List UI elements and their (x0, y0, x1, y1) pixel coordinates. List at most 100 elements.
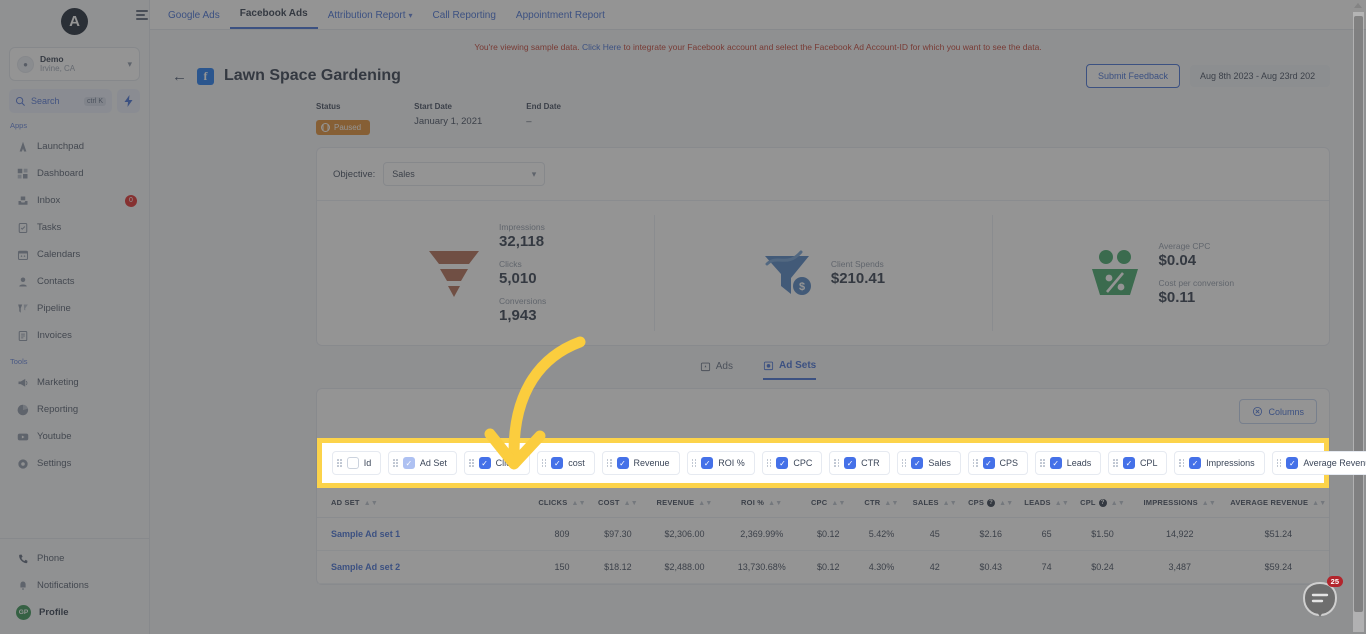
column-chip-impressions[interactable]: ✓ Impressions (1174, 451, 1265, 475)
workspace-switcher[interactable]: ● Demo Irvine, CA ▾ (9, 47, 140, 81)
table-header-sales[interactable]: SALES ▲▼ (908, 488, 962, 519)
column-checkbox-leads[interactable]: ✓ (1049, 457, 1062, 469)
info-icon-cps[interactable]: ? (987, 499, 996, 508)
column-chip-revenue[interactable]: ✓ Revenue (601, 451, 680, 475)
submit-feedback-button[interactable]: Submit Feedback (1085, 64, 1180, 88)
column-checkbox-cpl[interactable]: ✓ (1122, 457, 1135, 469)
chat-widget-button[interactable]: 25 (1300, 576, 1343, 620)
column-checkbox-sales[interactable]: ✓ (911, 457, 924, 469)
table-header-leads[interactable]: LEADS ▲▼ (1020, 488, 1074, 519)
tab-ad-sets[interactable]: Ad Sets (763, 360, 817, 380)
sort-icon-cps[interactable]: ▲▼ (999, 500, 1013, 507)
sidebar-item-pipeline[interactable]: Pipeline (0, 295, 149, 322)
sort-icon-ad-set[interactable]: ▲▼ (364, 500, 378, 507)
table-cell[interactable]: Sample Ad set 1 (317, 517, 536, 552)
column-chip-ctr[interactable]: ✓ CTR (829, 451, 890, 475)
tab-facebook-ads[interactable]: Facebook Ads (229, 8, 318, 29)
table-header-ctr[interactable]: CTR ▲▼ (854, 488, 909, 519)
column-checkbox-ad-set[interactable]: ✓ (402, 457, 415, 469)
sidebar-item-settings[interactable]: Settings (0, 450, 149, 477)
drag-handle-icon[interactable] (468, 459, 474, 467)
tab-attribution-report[interactable]: Attribution Report ▾ (318, 10, 423, 29)
sort-icon-impressions[interactable]: ▲▼ (1202, 500, 1216, 507)
table-row[interactable]: Sample Ad set 1 809 $97.30 $2,306.00 2,369.9… (317, 517, 1329, 552)
sidebar-item-marketing[interactable]: Marketing (0, 369, 149, 396)
drag-handle-icon[interactable] (393, 459, 398, 467)
sort-icon-cpc[interactable]: ▲▼ (831, 500, 845, 507)
app-logo[interactable]: A (0, 0, 149, 42)
column-chip-clicks[interactable]: ✓ Clicks (463, 451, 530, 475)
drag-handle-icon[interactable] (766, 459, 772, 467)
table-header-impressions[interactable]: IMPRESSIONS ▲▼ (1131, 488, 1228, 519)
info-icon-cpl[interactable]: ? (1098, 499, 1107, 508)
sort-icon-sales[interactable]: ▲▼ (943, 500, 957, 507)
sort-icon-ctr[interactable]: ▲▼ (884, 500, 898, 507)
sort-icon-clicks[interactable]: ▲▼ (571, 500, 585, 507)
column-chip-cpl[interactable]: ✓ CPL (1108, 451, 1168, 475)
drag-handle-icon[interactable] (691, 459, 697, 467)
tab-ads[interactable]: Ads (700, 360, 733, 380)
table-header-average-revenue[interactable]: AVERAGE REVENUE ▲▼ (1227, 488, 1329, 519)
column-chip-sales[interactable]: ✓ Sales (896, 451, 961, 475)
tab-appointment-report[interactable]: Appointment Report (506, 10, 615, 29)
search-input[interactable]: Search ctrl K (9, 89, 112, 113)
back-arrow-icon[interactable]: ← (172, 68, 187, 85)
drag-handle-icon[interactable] (1179, 459, 1185, 467)
vertical-scrollbar[interactable] (1353, 12, 1364, 632)
drag-handle-icon[interactable] (1040, 459, 1045, 467)
table-header-revenue[interactable]: REVENUE ▲▼ (647, 488, 722, 519)
table-header-clicks[interactable]: CLICKS ▲▼ (535, 488, 589, 519)
column-checkbox-roi[interactable]: ✓ (701, 457, 714, 469)
drag-handle-icon[interactable] (972, 459, 978, 467)
sort-icon-roi[interactable]: ▲▼ (768, 500, 782, 507)
column-checkbox-id[interactable] (346, 457, 359, 469)
sort-icon-cpl[interactable]: ▲▼ (1111, 500, 1125, 507)
sidebar-item-inbox[interactable]: Inbox 0 (0, 187, 149, 214)
sidebar-item-reporting[interactable]: Reporting (0, 396, 149, 423)
sort-icon-average-revenue[interactable]: ▲▼ (1312, 500, 1326, 507)
table-header-ad-set[interactable]: AD SET ▲▼ (317, 488, 536, 519)
drag-handle-icon[interactable] (541, 459, 547, 467)
notice-link[interactable]: Click Here (582, 42, 621, 52)
drag-handle-icon[interactable] (1276, 459, 1282, 467)
column-chip-cps[interactable]: ✓ CPS (967, 451, 1029, 475)
objective-select[interactable]: Sales ▾ (383, 162, 546, 186)
sort-icon-revenue[interactable]: ▲▼ (698, 500, 712, 507)
sidebar-item-phone[interactable]: Phone (0, 545, 149, 572)
column-checkbox-impressions[interactable]: ✓ (1189, 457, 1202, 469)
quick-action-button[interactable] (117, 89, 140, 113)
column-checkbox-cps[interactable]: ✓ (982, 457, 995, 469)
sidebar-item-dashboard[interactable]: Dashboard (0, 160, 149, 187)
table-row[interactable]: Sample Ad set 2 150 $18.12 $2,488.00 13,730.… (317, 550, 1329, 585)
sidebar-item-youtube[interactable]: Youtube (0, 423, 149, 450)
table-header-cpc[interactable]: CPC ▲▼ (801, 488, 855, 519)
column-checkbox-revenue[interactable]: ✓ (616, 457, 629, 469)
column-chip-average-revenue[interactable]: ✓ Average Revenue (1271, 451, 1366, 475)
drag-handle-icon[interactable] (606, 459, 612, 467)
sidebar-item-contacts[interactable]: Contacts (0, 268, 149, 295)
table-header-roi[interactable]: ROI % ▲▼ (721, 488, 802, 519)
scrollbar-thumb[interactable] (1354, 16, 1363, 612)
column-checkbox-average-revenue[interactable]: ✓ (1286, 457, 1299, 469)
table-cell[interactable]: Sample Ad set 2 (317, 550, 536, 585)
column-chip-roi[interactable]: ✓ ROI % (686, 451, 755, 475)
column-checkbox-cpc[interactable]: ✓ (776, 457, 789, 469)
table-header-cpl[interactable]: CPL? ▲▼ (1073, 488, 1132, 519)
menu-toggle-icon[interactable] (136, 10, 148, 22)
scroll-up-arrow-icon[interactable] (1354, 3, 1362, 8)
sort-icon-cost[interactable]: ▲▼ (624, 500, 638, 507)
table-header-cps[interactable]: CPS? ▲▼ (961, 488, 1020, 519)
sidebar-item-calendars[interactable]: Calendars (0, 241, 149, 268)
drag-handle-icon[interactable] (901, 459, 907, 467)
drag-handle-icon[interactable] (1113, 459, 1118, 467)
sort-icon-leads[interactable]: ▲▼ (1055, 500, 1069, 507)
drag-handle-icon[interactable] (834, 459, 840, 467)
column-chip-cost[interactable]: ✓ cost (536, 451, 595, 475)
table-header-cost[interactable]: COST ▲▼ (588, 488, 648, 519)
tab-call-reporting[interactable]: Call Reporting (423, 10, 506, 29)
column-chip-leads[interactable]: ✓ Leads (1035, 451, 1102, 475)
column-chip-id[interactable]: Id (332, 451, 382, 475)
column-chip-ad-set[interactable]: ✓ Ad Set (388, 451, 457, 475)
columns-button[interactable]: Columns (1239, 399, 1317, 424)
drag-handle-icon[interactable] (337, 459, 342, 467)
